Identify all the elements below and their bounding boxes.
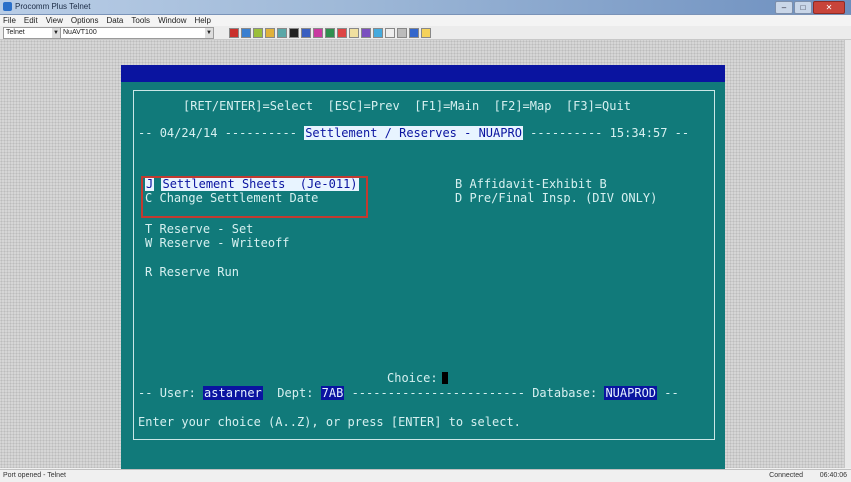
terminal-screen[interactable]: [RET/ENTER]=Select [ESC]=Prev [F1]=Main …: [121, 65, 725, 470]
web-icon[interactable]: [373, 28, 383, 38]
chevron-down-icon: ▼: [52, 28, 60, 38]
connect-icon[interactable]: [229, 28, 239, 38]
choice-prompt: Choice:: [387, 371, 448, 385]
header-line: -- 04/24/14 ---------- Settlement / Rese…: [138, 126, 690, 140]
menu-data[interactable]: Data: [106, 15, 123, 26]
menu-option-b[interactable]: B Affidavit-Exhibit B: [455, 177, 607, 191]
menu-option-w[interactable]: W Reserve - Writeoff: [145, 236, 290, 250]
choice-input-cursor[interactable]: [441, 372, 448, 384]
receive-icon[interactable]: [265, 28, 275, 38]
menu-window[interactable]: Window: [158, 15, 186, 26]
script-icon[interactable]: [313, 28, 323, 38]
function-key-legend: [RET/ENTER]=Select [ESC]=Prev [F1]=Main …: [183, 99, 631, 113]
instruction-line: Enter your choice (A..Z), or press [ENTE…: [138, 415, 521, 429]
option-label: Pre/Final Insp. (DIV ONLY): [469, 191, 658, 205]
connection-type-value: Telnet: [6, 29, 25, 36]
menu-view[interactable]: View: [46, 15, 63, 26]
menu-edit[interactable]: Edit: [24, 15, 38, 26]
title-bar: Procomm Plus Telnet – □ ✕: [0, 0, 851, 15]
database-value: NUAPROD: [604, 386, 658, 400]
screen-time: 15:34:57: [609, 126, 668, 140]
print-icon[interactable]: [289, 28, 299, 38]
status-port: Port opened - Telnet: [3, 472, 66, 479]
terminal-header-bar: [121, 65, 725, 82]
choice-label: Choice:: [387, 371, 438, 385]
screen-date: 04/24/14: [159, 126, 218, 140]
hangup-icon[interactable]: [337, 28, 347, 38]
status-connection: Connected: [769, 472, 803, 479]
notes-icon[interactable]: [349, 28, 359, 38]
terminal-type-value: NuAVT100: [63, 29, 97, 36]
terminal-type-select[interactable]: NuAVT100 ▼: [60, 27, 214, 39]
option-label: Reserve - Writeoff: [159, 236, 290, 250]
status-bar: Port opened - Telnet Connected 06:40:06: [0, 469, 851, 482]
option-label: Reserve - Set: [159, 222, 254, 236]
session-info-line: -- User: astarner Dept: 7AB ------------…: [138, 386, 679, 400]
window-controls: – □ ✕: [775, 1, 845, 14]
window-title: Procomm Plus Telnet: [15, 2, 91, 11]
option-key: R: [145, 265, 153, 279]
menu-bar: File Edit View Options Data Tools Window…: [0, 15, 851, 26]
record-icon[interactable]: [409, 28, 419, 38]
option-key: T: [145, 222, 153, 236]
highlight-annotation-box: [141, 176, 368, 218]
menu-options[interactable]: Options: [71, 15, 99, 26]
option-label: Reserve Run: [159, 265, 239, 279]
option-key: W: [145, 236, 153, 250]
chevron-down-icon: ▼: [205, 28, 213, 38]
dept-label: Dept:: [277, 386, 314, 400]
help-icon[interactable]: [421, 28, 431, 38]
option-key: B: [455, 177, 463, 191]
close-button[interactable]: ✕: [813, 1, 845, 14]
list-icon[interactable]: [397, 28, 407, 38]
connection-type-select[interactable]: Telnet ▼: [3, 27, 61, 39]
chat-icon[interactable]: [325, 28, 335, 38]
database-label: Database:: [532, 386, 598, 400]
screen-title: Settlement / Reserves - NUAPRO: [304, 126, 523, 140]
user-label: User:: [159, 386, 196, 400]
new-icon[interactable]: [385, 28, 395, 38]
dept-value: 7AB: [320, 386, 345, 400]
toolbar-icons: [229, 28, 431, 38]
menu-option-r[interactable]: R Reserve Run: [145, 265, 239, 279]
send-icon[interactable]: [253, 28, 263, 38]
menu-help[interactable]: Help: [195, 15, 211, 26]
option-key: D: [455, 191, 463, 205]
capture-icon[interactable]: [277, 28, 287, 38]
option-label: Affidavit-Exhibit B: [469, 177, 607, 191]
minimize-button[interactable]: –: [775, 1, 793, 14]
menu-option-t[interactable]: T Reserve - Set: [145, 222, 253, 236]
menu-tools[interactable]: Tools: [131, 15, 150, 26]
vertical-scrollbar[interactable]: [844, 40, 851, 468]
maximize-button[interactable]: □: [794, 1, 812, 14]
log-icon[interactable]: [361, 28, 371, 38]
dial-icon[interactable]: [241, 28, 251, 38]
status-clock: 06:40:06: [819, 472, 847, 479]
app-icon: [3, 2, 12, 11]
toolbar: Telnet ▼ NuAVT100 ▼: [0, 26, 851, 40]
menu-option-d[interactable]: D Pre/Final Insp. (DIV ONLY): [455, 191, 657, 205]
user-value: astarner: [203, 386, 263, 400]
settings-icon[interactable]: [301, 28, 311, 38]
menu-file[interactable]: File: [3, 15, 16, 26]
